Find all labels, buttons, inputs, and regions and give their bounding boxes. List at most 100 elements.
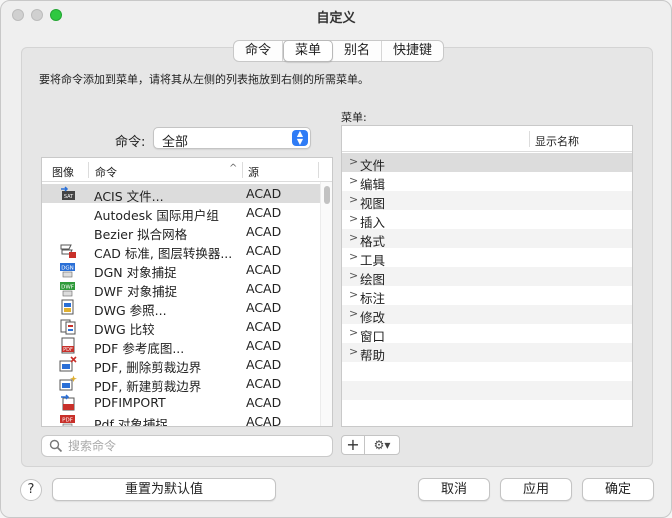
title-bar: 自定义 xyxy=(1,1,671,29)
menu-tree-item[interactable]: > 视图 xyxy=(342,191,632,211)
menu-tree-item[interactable]: > 窗口 xyxy=(342,324,632,344)
search-icon xyxy=(49,439,63,453)
tab-shortcuts[interactable]: 快捷键 xyxy=(382,41,443,61)
command-source: ACAD xyxy=(246,376,282,391)
command-rows: SAT ACIS 文件... ACAD Autodesk 国际用户组 ACAD … xyxy=(42,184,320,427)
column-divider xyxy=(529,131,530,147)
chevron-right-icon[interactable]: > xyxy=(349,250,358,263)
empty-row xyxy=(342,381,632,400)
column-header-command[interactable]: 命令 xyxy=(95,164,117,180)
table-row[interactable]: PDF, 删除剪裁边界 ACAD xyxy=(42,355,320,375)
menu-tree-item[interactable]: > 格式 xyxy=(342,229,632,249)
column-divider xyxy=(318,162,319,178)
apply-button[interactable]: 应用 xyxy=(500,478,572,501)
menu-tree-item[interactable]: > 帮助 xyxy=(342,343,632,363)
chevron-right-icon[interactable]: > xyxy=(349,345,358,358)
command-source: ACAD xyxy=(246,300,282,315)
svg-text:PDF: PDF xyxy=(62,418,73,424)
command-filter-select[interactable]: 全部 ▲ ▼ xyxy=(153,127,311,150)
column-header-image[interactable]: 图像 xyxy=(52,164,74,180)
command-search-field[interactable] xyxy=(41,435,333,457)
pdf-import-icon xyxy=(59,394,77,411)
table-row[interactable]: Autodesk 国际用户组 ACAD xyxy=(42,203,320,223)
command-list[interactable]: 图像 命令 ^ 源 SAT ACIS 文件... ACAD Autodesk 国… xyxy=(41,157,333,427)
empty-row xyxy=(342,362,632,381)
scrollbar-thumb[interactable] xyxy=(324,186,330,204)
chevron-right-icon[interactable]: > xyxy=(349,307,358,320)
command-name: PDFIMPORT xyxy=(94,395,166,410)
command-source: ACAD xyxy=(246,319,282,334)
chevron-right-icon[interactable]: > xyxy=(349,193,358,206)
menus-label: 菜单: xyxy=(341,111,367,124)
sort-ascending-icon: ^ xyxy=(229,163,238,174)
customize-window: 自定义 命令 菜单 别名 快捷键 要将命令添加到菜单，请将其从左侧的列表拖放到右… xyxy=(0,0,672,518)
table-row[interactable]: PDF PDF 参考底图... ACAD xyxy=(42,336,320,356)
table-row[interactable]: DWG 参照... ACAD xyxy=(42,298,320,318)
chevron-right-icon[interactable]: > xyxy=(349,174,358,187)
command-list-header: 图像 命令 ^ 源 xyxy=(42,158,332,182)
add-menu-button[interactable]: + xyxy=(341,435,365,455)
dgn-snap-icon: DGN xyxy=(59,261,77,278)
ok-button[interactable]: 确定 xyxy=(582,478,654,501)
menu-tree-item[interactable]: > 修改 xyxy=(342,305,632,325)
command-filter-label: 命令: xyxy=(115,135,146,150)
cad-standards-icon xyxy=(59,242,77,259)
table-row[interactable]: SAT ACIS 文件... ACAD xyxy=(42,184,320,204)
menu-tree-item[interactable]: > 插入 xyxy=(342,210,632,230)
tab-menus[interactable]: 菜单 xyxy=(283,40,334,62)
instruction-text: 要将命令添加到菜单，请将其从左侧的列表拖放到右侧的所需菜单。 xyxy=(39,73,369,86)
table-row[interactable]: DGN DGN 对象捕捉 ACAD xyxy=(42,260,320,280)
column-divider xyxy=(242,162,243,178)
command-source: ACAD xyxy=(246,205,282,220)
menu-tree[interactable]: 显示名称 > 文件 > 编辑 > 视图 > 插入 > 格式 > 工具 > 绘图 … xyxy=(341,125,633,427)
column-header-source[interactable]: 源 xyxy=(248,164,259,180)
menu-tree-rows: > 文件 > 编辑 > 视图 > 插入 > 格式 > 工具 > 绘图 > 标注 … xyxy=(342,153,632,419)
table-row[interactable]: Bezier 拟合网格 ACAD xyxy=(42,222,320,242)
command-source: ACAD xyxy=(246,395,282,410)
table-row[interactable]: CAD 标准, 图层转换器... ACAD xyxy=(42,241,320,261)
table-row[interactable]: PDF Pdf 对象捕捉... ACAD xyxy=(42,412,320,427)
chevron-right-icon[interactable]: > xyxy=(349,231,358,244)
command-name: Pdf 对象捕捉... xyxy=(94,417,180,427)
table-row[interactable]: DWG 比较 ACAD xyxy=(42,317,320,337)
column-divider xyxy=(88,162,89,178)
svg-text:DGN: DGN xyxy=(61,266,74,272)
command-source: ACAD xyxy=(246,224,282,239)
command-source: ACAD xyxy=(246,262,282,277)
svg-text:SAT: SAT xyxy=(64,194,74,200)
tab-aliases[interactable]: 别名 xyxy=(333,41,383,61)
menu-tree-item[interactable]: > 工具 xyxy=(342,248,632,268)
menu-tree-item[interactable]: > 编辑 xyxy=(342,172,632,192)
reset-defaults-button[interactable]: 重置为默认值 xyxy=(52,478,276,501)
search-input[interactable] xyxy=(68,438,318,454)
menu-tree-item[interactable]: > 标注 xyxy=(342,286,632,306)
window-title: 自定义 xyxy=(316,11,356,26)
help-button[interactable]: ? xyxy=(20,479,42,501)
gear-menu-button[interactable]: ⚙▾ xyxy=(364,435,400,455)
chevron-right-icon[interactable]: > xyxy=(349,212,358,225)
command-list-scrollbar[interactable] xyxy=(320,182,332,426)
command-source: ACAD xyxy=(246,243,282,258)
column-header-display-name[interactable]: 显示名称 xyxy=(535,133,579,149)
menu-tree-item[interactable]: > 绘图 xyxy=(342,267,632,287)
dwg-compare-icon xyxy=(59,318,77,335)
command-filter-value: 全部 xyxy=(162,135,189,150)
table-row[interactable]: DWF DWF 对象捕捉 ACAD xyxy=(42,279,320,299)
menu-tree-item[interactable]: > 文件 xyxy=(342,153,632,173)
svg-text:DWF: DWF xyxy=(61,285,74,291)
chevron-right-icon[interactable]: > xyxy=(349,155,358,168)
pdf-snap-icon: PDF xyxy=(59,413,77,426)
svg-text:PDF: PDF xyxy=(63,347,73,353)
command-source: ACAD xyxy=(246,338,282,353)
pdf-delete-clip-icon xyxy=(59,356,77,373)
chevron-right-icon[interactable]: > xyxy=(349,288,358,301)
command-source: ACAD xyxy=(246,281,282,296)
empty-row xyxy=(342,400,632,419)
tab-commands[interactable]: 命令 xyxy=(234,41,284,61)
chevron-right-icon[interactable]: > xyxy=(349,326,358,339)
table-row[interactable]: PDF, 新建剪裁边界 ACAD xyxy=(42,374,320,394)
cancel-button[interactable]: 取消 xyxy=(418,478,490,501)
select-arrows-icon: ▲ ▼ xyxy=(292,130,308,146)
table-row[interactable]: PDFIMPORT ACAD xyxy=(42,393,320,412)
chevron-right-icon[interactable]: > xyxy=(349,269,358,282)
